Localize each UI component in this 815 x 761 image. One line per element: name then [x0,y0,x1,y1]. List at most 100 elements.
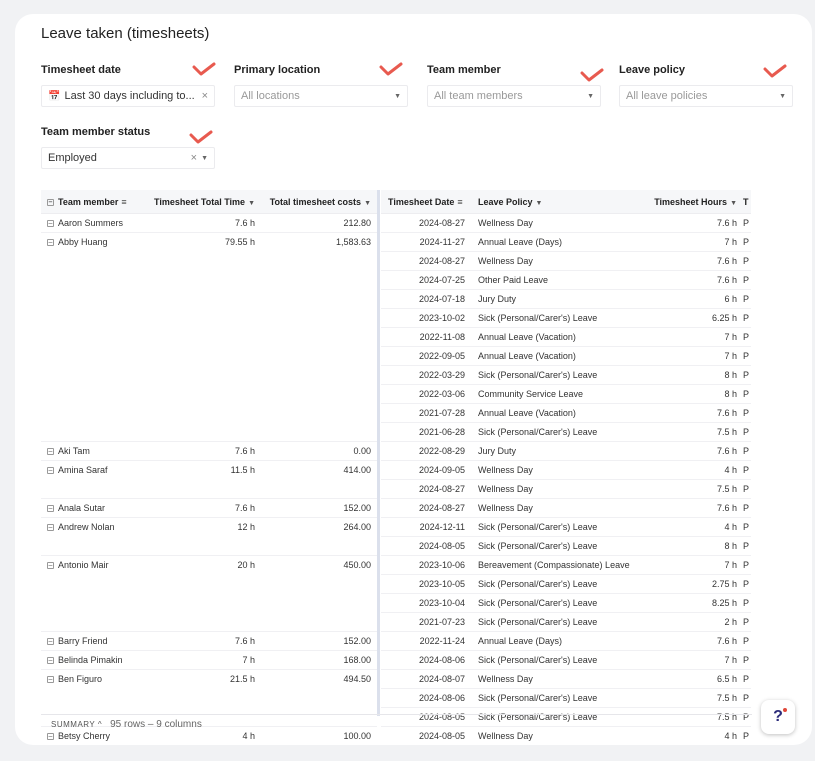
table-row[interactable] [41,271,377,290]
primary-location-select[interactable]: All locations ▼ [234,85,408,107]
primary-location-placeholder: All locations [241,90,300,102]
leave-policy-select[interactable]: All leave policies ▼ [619,85,793,107]
checkmark-icon [189,130,213,144]
column-header-total-costs[interactable]: Total timesheet costs ▼ [261,197,377,207]
table-row[interactable]: 2024-08-27 Wellness Day 7.6 h P [381,499,751,518]
table-row[interactable]: 2024-08-27 Wellness Day 7.6 h P [381,252,751,271]
team-member-select[interactable]: All team members ▼ [427,85,601,107]
collapse-icon[interactable]: – [47,733,54,741]
table-row[interactable]: 2022-03-06 Community Service Leave 8 h P [381,385,751,404]
table-row[interactable] [41,480,377,499]
table-row[interactable]: 2024-09-05 Wellness Day 4 h P [381,461,751,480]
table-row[interactable]: 2024-07-25 Other Paid Leave 7.6 h P [381,271,751,290]
table-row[interactable]: 2024-08-27 Wellness Day 7.5 h P [381,480,751,499]
clear-icon[interactable]: × [191,152,197,164]
table-row[interactable]: 2021-07-28 Annual Leave (Vacation) 7.6 h P [381,404,751,423]
table-row[interactable]: 2024-08-06 Sick (Personal/Carer's) Leave 7… [381,689,751,708]
sort-icon[interactable]: ≡ [457,197,462,207]
table-row[interactable]: 2021-07-23 Sick (Personal/Carer's) Leave 2… [381,613,751,632]
collapse-icon[interactable]: – [47,505,54,513]
collapse-icon[interactable]: – [47,198,54,206]
total-time-cell: 7.6 h [234,218,255,228]
collapse-icon[interactable]: – [47,657,54,665]
timesheet-hours-cell: 7.6 h [716,636,737,646]
table-row[interactable] [41,537,377,556]
table-row[interactable]: – Abby Huang 79.55 h 1,583.63 [41,233,377,252]
page-title: Leave taken (timesheets) [41,25,210,42]
table-row[interactable]: 2024-08-07 Wellness Day 6.5 h P [381,670,751,689]
column-header-truncated[interactable]: T [743,197,751,207]
leave-policy-cell: Wellness Day [478,503,533,513]
table-row[interactable]: 2024-11-27 Annual Leave (Days) 7 h P [381,233,751,252]
table-row[interactable]: 2023-10-04 Sick (Personal/Carer's) Leave 8… [381,594,751,613]
table-row[interactable]: – Anala Sutar 7.6 h 152.00 [41,499,377,518]
table-row[interactable]: 2022-09-05 Annual Leave (Vacation) 7 h P [381,347,751,366]
collapse-icon[interactable]: – [47,467,54,475]
table-row[interactable] [41,309,377,328]
summary-toggle[interactable]: SUMMARY ^ [51,720,102,729]
table-row[interactable] [41,366,377,385]
table-row[interactable]: 2023-10-06 Bereavement (Compassionate) Le… [381,556,751,575]
table-row[interactable] [41,290,377,309]
collapse-icon[interactable]: – [47,524,54,532]
table-row[interactable]: 2022-08-29 Jury Duty 7.6 h P [381,442,751,461]
clear-icon[interactable]: × [202,90,208,102]
table-row[interactable] [41,575,377,594]
column-header-leave-policy[interactable]: Leave Policy ▼ [473,197,643,207]
table-row[interactable]: 2024-08-06 Sick (Personal/Carer's) Leave 7… [381,651,751,670]
timesheet-hours-cell: 7 h [724,351,737,361]
truncated-cell: P [743,237,750,247]
table-row[interactable] [41,423,377,442]
table-row[interactable]: 2021-06-28 Sick (Personal/Carer's) Leave 7… [381,423,751,442]
table-row[interactable]: – Antonio Mair 20 h 450.00 [41,556,377,575]
column-header-team-member[interactable]: – Team member ≡ [41,197,143,207]
timesheet-date-cell: 2022-03-29 [418,370,465,380]
timesheet-date-cell: 2024-09-05 [418,465,465,475]
table-row[interactable] [41,252,377,271]
collapse-icon[interactable]: – [47,220,54,228]
table-row[interactable] [41,594,377,613]
table-row[interactable]: 2024-08-27 Wellness Day 7.6 h P [381,214,751,233]
timesheet-date-cell: 2024-08-06 [418,693,465,703]
column-header-total-time[interactable]: Timesheet Total Time ▼ [143,197,261,207]
table-row[interactable]: – Amina Saraf 11.5 h 414.00 [41,461,377,480]
column-header-timesheet-date[interactable]: Timesheet Date ≡ [381,197,473,207]
table-row[interactable]: – Andrew Nolan 12 h 264.00 [41,518,377,537]
table-row[interactable] [41,689,377,708]
collapse-icon[interactable]: – [47,239,54,247]
table-row[interactable] [41,347,377,366]
table-row[interactable]: – Belinda Pimakin 7 h 168.00 [41,651,377,670]
timesheet-date-select[interactable]: 📅 Last 30 days including to... × [41,85,215,107]
sort-icon[interactable]: ≡ [121,197,126,207]
help-button[interactable]: ? [761,700,795,734]
table-row[interactable]: – Barry Friend 7.6 h 152.00 [41,632,377,651]
table-row[interactable]: 2023-10-02 Sick (Personal/Carer's) Leave 6… [381,309,751,328]
leave-policy-cell: Annual Leave (Days) [478,636,563,646]
table-row[interactable]: 2022-11-08 Annual Leave (Vacation) 7 h P [381,328,751,347]
table-row[interactable] [41,385,377,404]
timesheet-hours-cell: 7.6 h [716,446,737,456]
table-row[interactable]: 2024-12-11 Sick (Personal/Carer's) Leave 4… [381,518,751,537]
table-row[interactable]: 2022-03-29 Sick (Personal/Carer's) Leave 8… [381,366,751,385]
pivot-divider[interactable] [377,190,380,716]
table-row[interactable]: – Aaron Summers 7.6 h 212.80 [41,214,377,233]
collapse-icon[interactable]: – [47,448,54,456]
column-header-timesheet-hours[interactable]: Timesheet Hours ▼ [643,197,743,207]
table-row[interactable] [41,613,377,632]
table-row[interactable]: 2022-11-24 Annual Leave (Days) 7.6 h P [381,632,751,651]
collapse-icon[interactable]: – [47,562,54,570]
collapse-icon[interactable]: – [47,638,54,646]
total-cost-cell: 152.00 [343,503,371,513]
table-row[interactable]: 2024-08-05 Sick (Personal/Carer's) Leave 8… [381,537,751,556]
collapse-icon[interactable]: – [47,676,54,684]
team-member-status-select[interactable]: Employed × ▼ [41,147,215,169]
table-row[interactable]: 2023-10-05 Sick (Personal/Carer's) Leave 2… [381,575,751,594]
table-row[interactable]: – Aki Tam 7.6 h 0.00 [41,442,377,461]
table-row[interactable] [41,404,377,423]
timesheet-date-cell: 2023-10-05 [418,579,465,589]
table-row[interactable] [41,328,377,347]
table-row[interactable]: 2024-07-18 Jury Duty 6 h P [381,290,751,309]
table-row[interactable]: – Ben Figuro 21.5 h 494.50 [41,670,377,689]
timesheet-hours-cell: 8.25 h [711,598,737,608]
timesheet-date-cell: 2023-10-02 [418,313,465,323]
